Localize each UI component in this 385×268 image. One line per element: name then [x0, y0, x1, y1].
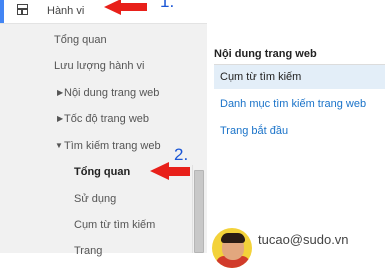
active-indicator	[0, 0, 4, 23]
user-email: tucao@sudo.vn	[258, 232, 349, 247]
right-item-search-categories[interactable]: Danh mục tìm kiếm trang web	[214, 92, 385, 116]
left-nav: Hành vi Tổng quan Lưu lượng hành vi ▶ Nộ…	[0, 0, 207, 257]
right-item-search-terms[interactable]: Cụm từ tìm kiếm	[214, 65, 385, 89]
nav-item-site-content[interactable]: ▶ Nội dung trang web	[0, 81, 207, 105]
nav-item-site-speed[interactable]: ▶ Tốc độ trang web	[0, 107, 207, 131]
annotation-step-2: 2.	[174, 145, 189, 164]
right-pane-title: Nội dung trang web	[214, 44, 385, 65]
nav-item-overview[interactable]: Tổng quan	[0, 28, 207, 52]
chevron-right-icon: ▶	[57, 114, 64, 123]
annotation-step-1: 1.	[160, 0, 175, 11]
behavior-icon	[17, 4, 28, 15]
nav-item-search-terms[interactable]: Cụm từ tìm kiếm	[0, 213, 207, 237]
chevron-down-icon: ▼	[55, 141, 63, 150]
right-item-start-pages[interactable]: Trang bắt đầu	[214, 119, 385, 143]
avatar	[212, 228, 252, 268]
nav-scrollbar-thumb[interactable]	[194, 170, 204, 253]
nav-section-label: Hành vi	[47, 5, 85, 17]
nav-item-pages[interactable]: Trang	[0, 239, 207, 263]
nav-item-behavior-flow[interactable]: Lưu lượng hành vi	[0, 54, 207, 78]
chevron-right-icon: ▶	[57, 88, 64, 97]
nav-item-usage[interactable]: Sử dụng	[0, 187, 207, 211]
